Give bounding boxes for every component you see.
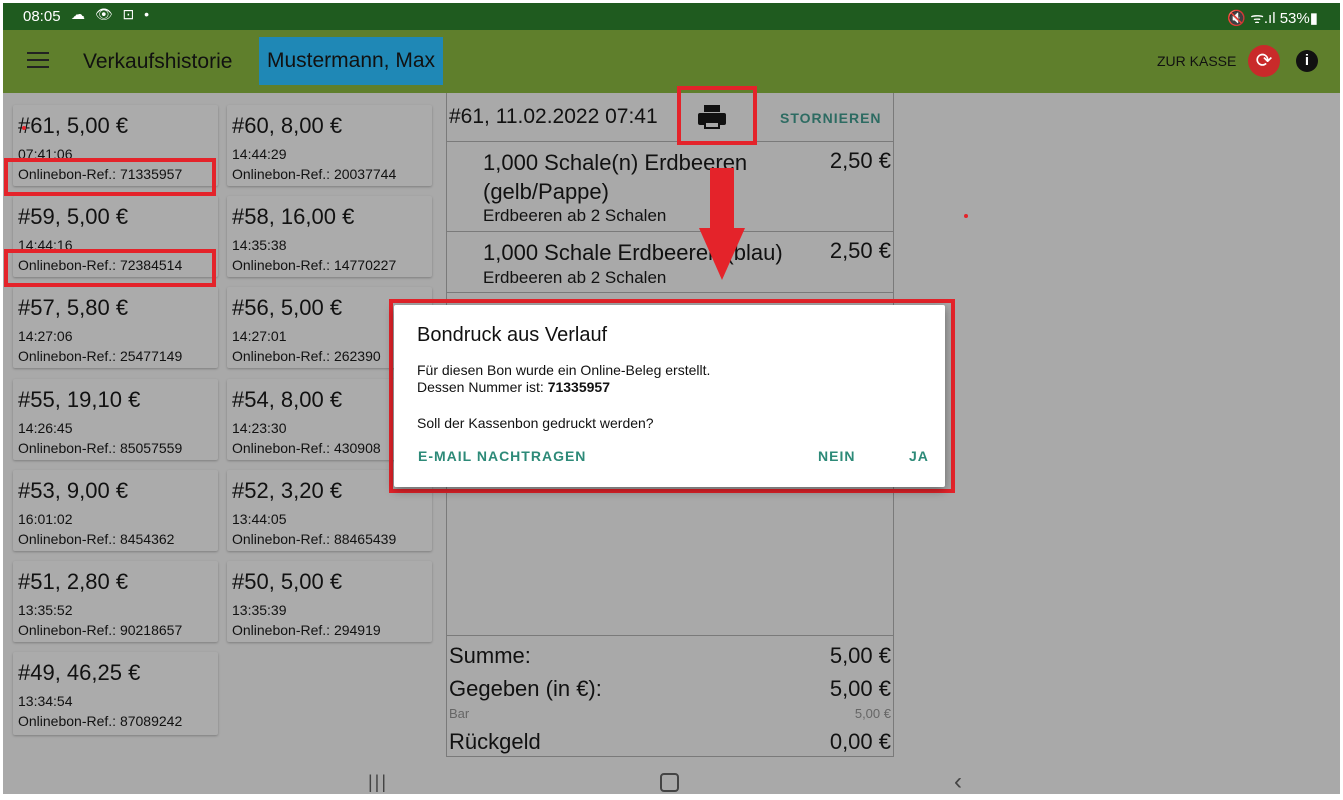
receipt-card[interactable]: #57, 5,80 € 14:27:06 Onlinebon-Ref.: 25477… [13,287,218,368]
item-price: 2,50 € [829,238,891,263]
receipt-time: 13:34:54 [18,693,73,709]
payment-method-label: Bar [449,706,470,721]
receipt-time: 14:27:06 [18,328,73,344]
receipt-ref: Onlinebon-Ref.: 20037744 [232,166,397,182]
totals: Summe: 5,00 € Gegeben (in €): 5,00 € Bar… [447,635,893,757]
item-discount: Erdbeeren ab 2 Schalen [483,206,667,225]
info-icon[interactable]: i [1296,50,1318,72]
receipt-time: 13:35:39 [232,602,287,618]
sum-value: 5,00 € [829,643,891,668]
receipt-ref: Onlinebon-Ref.: 85057559 [18,440,183,456]
back-button[interactable]: ‹ [954,768,962,796]
online-receipt-number: 71335957 [547,379,610,395]
print-highlight [677,86,757,145]
receipt-ref: Onlinebon-Ref.: 14770227 [232,257,397,273]
receipt-ref: Onlinebon-Ref.: 262390 [232,348,381,364]
item-description: 1,000 Schale(n) Erdbeeren (gelb/Pappe) [483,150,748,204]
dialog-title: Bondruck aus Verlauf [417,324,608,346]
sync-icon[interactable]: ⟳ [1248,45,1280,77]
receipt-amount: #59, 5,00 € [18,204,129,229]
item-discount: Erdbeeren ab 2 Schalen [483,268,667,287]
receipt-ref: Onlinebon-Ref.: 294919 [232,622,381,638]
ref-highlight [4,249,216,287]
add-email-button[interactable]: E-MAIL NACHTRAGEN [418,448,586,464]
status-battery: 🔇 ᯤ.ıl 53%▮ [1227,10,1318,27]
receipt-amount: #50, 5,00 € [232,569,343,594]
receipt-amount: #49, 46,25 € [18,660,141,685]
receipt-amount: #53, 9,00 € [18,478,129,503]
receipt-card[interactable]: #53, 9,00 € 16:01:02 Onlinebon-Ref.: 84543… [13,470,218,551]
system-nav-bar: ||| ‹ [3,758,1340,796]
receipt-time: 14:44:29 [232,146,287,162]
given-label: Gegeben (in €): [449,676,602,701]
receipt-amount: #52, 3,20 € [232,478,343,503]
receipt-amount: #56, 5,00 € [232,295,343,320]
receipt-time: 14:26:45 [18,420,73,436]
receipt-card[interactable]: #50, 5,00 € 13:35:39 Onlinebon-Ref.: 29491… [227,561,432,642]
down-arrow-icon [699,168,745,280]
ref-highlight [4,158,216,196]
receipt-time: 16:01:02 [18,511,73,527]
receipt-ref: Onlinebon-Ref.: 90218657 [18,622,183,638]
menu-icon[interactable] [27,52,49,70]
receipt-time: 13:35:52 [18,602,73,618]
no-button[interactable]: NEIN [818,448,855,464]
marker-dot [964,214,968,218]
receipt-card[interactable]: #60, 8,00 € 14:44:29 Onlinebon-Ref.: 20037… [227,105,432,186]
receipt-card[interactable]: #51, 2,80 € 13:35:52 Onlinebon-Ref.: 90218… [13,561,218,642]
receipt-amount: #60, 8,00 € [232,113,343,138]
receipt-amount: #57, 5,80 € [18,295,129,320]
receipt-amount: #54, 8,00 € [232,387,343,412]
user-name: Mustermann, Max [259,37,443,85]
receipt-amount: #58, 16,00 € [232,204,355,229]
receipt-time: 14:27:01 [232,328,287,344]
status-icons: ☁ 👁 ⊡ • [71,6,153,22]
receipt-time: 14:23:30 [232,420,287,436]
page-title: Verkaufshistorie [83,50,233,73]
to-register-button[interactable]: ZUR KASSE [1157,53,1236,69]
receipt-card[interactable]: #58, 16,00 € 14:35:38 Onlinebon-Ref.: 1477… [227,196,432,277]
app-bar: Verkaufshistorie Mustermann, Max ZUR KAS… [3,30,1340,93]
change-value: 0,00 € [829,729,891,754]
line-item[interactable]: 1,000 Schale Erdbeeren (blau) 2,50 € Erd… [447,232,893,293]
device-frame: 08:05 ☁ 👁 ⊡ • 🔇 ᯤ.ıl 53%▮ Verkaufshistor… [0,0,1343,800]
detail-header: #61, 11.02.2022 07:41 STORNIEREN [447,93,893,142]
print-dialog: Bondruck aus Verlauf Für diesen Bon wurd… [394,305,945,487]
given-value: 5,00 € [829,676,891,701]
sum-label: Summe: [449,643,531,668]
recent-apps-button[interactable]: ||| [368,772,388,793]
line-item[interactable]: 1,000 Schale(n) Erdbeeren (gelb/Pappe) 2… [447,142,893,232]
receipt-ref: Onlinebon-Ref.: 25477149 [18,348,183,364]
receipt-amount: #51, 2,80 € [18,569,129,594]
receipt-amount: #61, 5,00 € [18,113,129,138]
receipt-time: 13:44:05 [232,511,287,527]
dialog-message-number: Dessen Nummer ist: 71335957 [417,379,610,395]
dialog-question: Soll der Kassenbon gedruckt werden? [417,415,654,431]
home-button[interactable] [660,773,679,792]
item-description: 1,000 Schale Erdbeeren (blau) [483,240,783,265]
receipt-ref: Onlinebon-Ref.: 88465439 [232,531,397,547]
item-price: 2,50 € [829,148,891,173]
receipt-card[interactable]: #49, 46,25 € 13:34:54 Onlinebon-Ref.: 8708… [13,652,218,735]
receipt-amount: #55, 19,10 € [18,387,141,412]
receipt-ref: Onlinebon-Ref.: 8454362 [18,531,175,547]
receipt-card[interactable]: #55, 19,10 € 14:26:45 Onlinebon-Ref.: 8505… [13,379,218,460]
status-time: 08:05 [23,8,61,25]
cancel-receipt-button[interactable]: STORNIEREN [780,110,882,126]
receipt-time: 14:35:38 [232,237,287,253]
payment-method-value: 5,00 € [854,706,891,721]
status-bar: 08:05 ☁ 👁 ⊡ • 🔇 ᯤ.ıl 53%▮ [3,3,1340,30]
change-label: Rückgeld [449,729,541,754]
receipt-ref: Onlinebon-Ref.: 430908 [232,440,381,456]
detail-title: #61, 11.02.2022 07:41 [449,105,658,128]
marker-dot [22,126,26,130]
yes-button[interactable]: JA [909,448,929,464]
receipt-ref: Onlinebon-Ref.: 87089242 [18,713,183,729]
dialog-message: Für diesen Bon wurde ein Online-Beleg er… [417,362,711,378]
